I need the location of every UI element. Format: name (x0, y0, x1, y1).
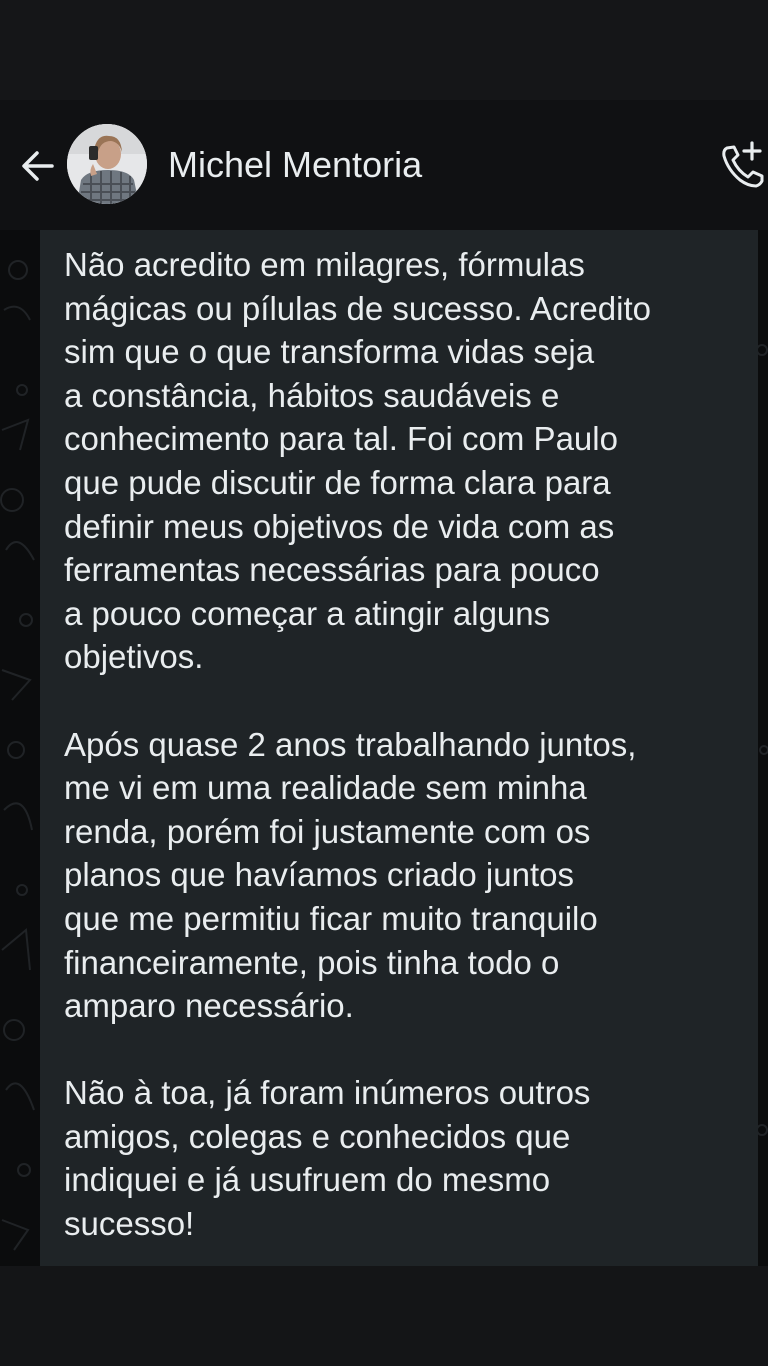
message-bubble[interactable]: Não acredito em milagres, fórmulas mágic… (40, 230, 758, 1266)
profile-photo (67, 124, 147, 204)
message-paragraph: Não acredito em milagres, fórmulas mágic… (64, 246, 651, 676)
chat-area[interactable]: Não acredito em milagres, fórmulas mágic… (0, 230, 768, 1266)
arrow-left-icon (22, 151, 54, 181)
bottom-area (0, 1266, 768, 1366)
avatar[interactable] (67, 124, 147, 204)
status-bar (0, 0, 768, 100)
phone-plus-icon (722, 141, 764, 188)
message-paragraph: Não à toa, já foram inúmeros outros amig… (64, 1074, 591, 1243)
chat-header: Michel Mentoria (0, 100, 768, 230)
message-paragraph: Após quase 2 anos trabalhando juntos, me… (64, 725, 637, 1025)
contact-name[interactable]: Michel Mentoria (168, 144, 422, 186)
back-button[interactable] (14, 143, 60, 189)
add-call-button[interactable] (718, 140, 768, 190)
